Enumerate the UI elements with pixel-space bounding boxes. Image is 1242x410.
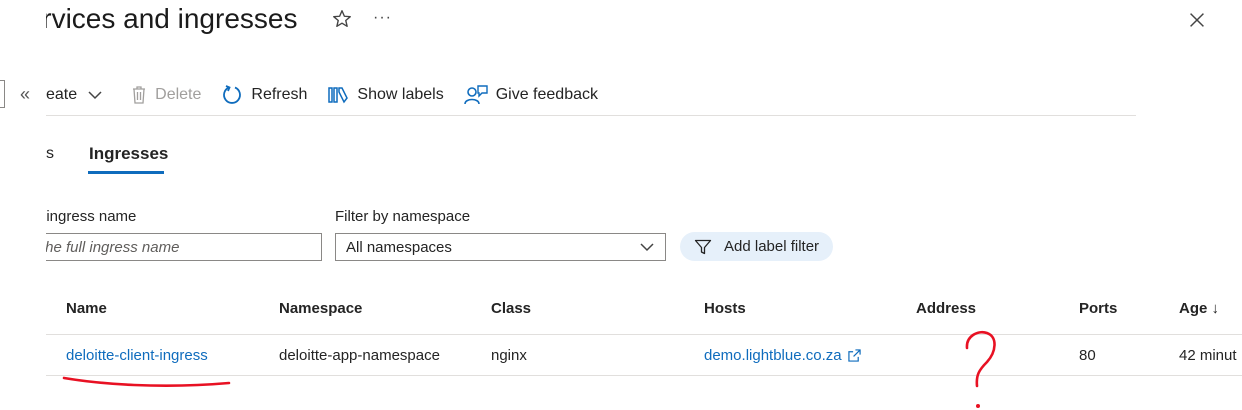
question-mark-dot xyxy=(976,404,980,408)
question-mark-annotation xyxy=(965,330,996,388)
underline-annotation xyxy=(62,376,231,388)
annotation-overlay xyxy=(62,330,996,408)
